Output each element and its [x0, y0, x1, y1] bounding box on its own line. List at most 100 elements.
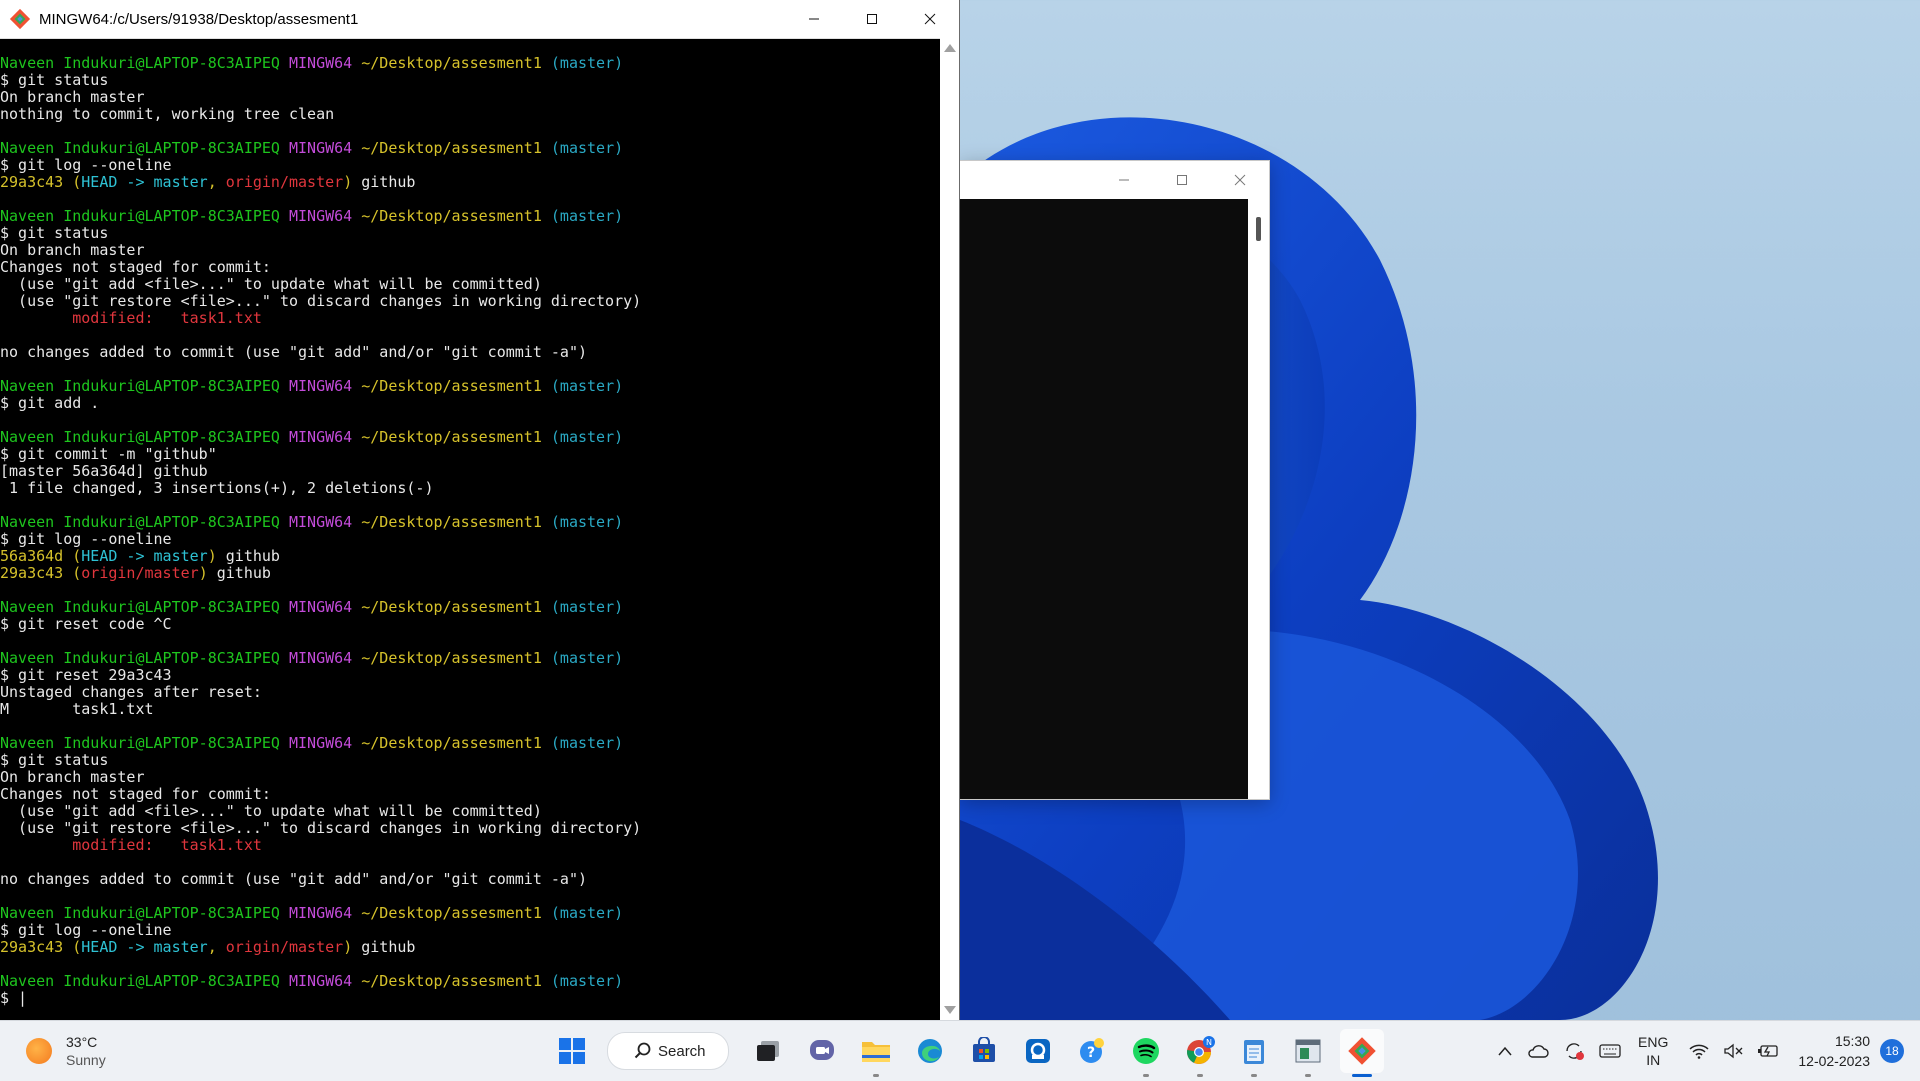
commit-message: github [207, 564, 271, 582]
secondary-window-titlebar[interactable] [960, 161, 1269, 199]
search-box[interactable]: Search [607, 1032, 729, 1070]
ref-close: ) [207, 547, 217, 565]
sync-button[interactable] [1563, 1040, 1585, 1062]
chrome-profile-badge: N [1206, 1038, 1212, 1047]
prompt-host: MINGW64 [289, 207, 353, 225]
chrome-button[interactable]: N [1178, 1029, 1222, 1077]
prompt-branch: (master) [550, 734, 624, 752]
maximize-button[interactable] [1153, 161, 1211, 199]
start-button[interactable] [550, 1029, 594, 1073]
onedrive-button[interactable] [1527, 1043, 1549, 1059]
prompt-host: MINGW64 [289, 377, 353, 395]
keyboard-icon [1599, 1044, 1621, 1058]
secondary-window-content [960, 199, 1248, 799]
output-line: $ | [0, 989, 28, 1007]
close-button[interactable] [1211, 161, 1269, 199]
ref-separator: , [207, 938, 226, 956]
volume-button[interactable] [1723, 1043, 1743, 1059]
remote-ref: origin/master [225, 938, 344, 956]
prompt-user: Naveen Indukuri@LAPTOP-8C3AIPEQ [0, 734, 280, 752]
running-indicator [1143, 1074, 1149, 1077]
prompt-branch: (master) [550, 598, 624, 616]
store-button[interactable] [962, 1029, 1006, 1073]
scroll-up-icon[interactable] [944, 44, 956, 52]
task-view-icon [757, 1041, 779, 1061]
weather-widget[interactable]: 33°C Sunny [26, 1033, 106, 1069]
window-titlebar[interactable]: MINGW64:/c/Users/91938/Desktop/assesment… [0, 0, 959, 39]
prompt-host: MINGW64 [289, 428, 353, 446]
prompt-branch: (master) [550, 513, 624, 531]
task-view-button[interactable] [746, 1029, 790, 1073]
prompt-user: Naveen Indukuri@LAPTOP-8C3AIPEQ [0, 428, 280, 446]
head-ref: HEAD -> master [81, 938, 208, 956]
head-ref: HEAD -> master [81, 173, 208, 191]
output-line: [master 56a364d] github [0, 462, 208, 480]
teams-icon [810, 1040, 834, 1060]
wifi-icon [1689, 1044, 1709, 1059]
clock-time: 15:30 [1834, 1033, 1870, 1049]
volume-muted-icon [1724, 1043, 1743, 1059]
spotify-button[interactable] [1124, 1029, 1168, 1077]
language-region: IN [1646, 1052, 1661, 1068]
prompt-user: Naveen Indukuri@LAPTOP-8C3AIPEQ [0, 377, 280, 395]
terminal-scrollbar[interactable] [940, 38, 959, 1020]
terminal-output[interactable]: Naveen Indukuri@LAPTOP-8C3AIPEQ MINGW64 … [0, 38, 940, 1037]
help-icon: ? [1080, 1038, 1104, 1063]
minimize-button[interactable] [1095, 161, 1153, 199]
remote-ref: origin/master [225, 173, 344, 191]
output-line: no changes added to commit (use "git add… [0, 870, 587, 888]
app-button[interactable] [1016, 1029, 1060, 1073]
ref-open: ( [72, 173, 82, 191]
head-ref: HEAD -> master [81, 547, 208, 565]
prompt-host: MINGW64 [289, 54, 353, 72]
commit-hash: 29a3c43 [0, 938, 64, 956]
battery-button[interactable] [1757, 1043, 1779, 1059]
window-title: MINGW64:/c/Users/91938/Desktop/assesment… [39, 10, 359, 28]
notepad-button[interactable] [1232, 1029, 1276, 1077]
commit-hash: 29a3c43 [0, 173, 64, 191]
language-indicator[interactable]: ENG IN [1638, 1033, 1668, 1069]
file-explorer-button[interactable] [854, 1029, 898, 1077]
scrollbar[interactable] [1248, 199, 1269, 799]
prompt-path: ~/Desktop/assesment1 [361, 598, 542, 616]
prompt-path: ~/Desktop/assesment1 [361, 734, 542, 752]
output-line: (use "git restore <file>..." to discard … [0, 819, 642, 837]
prompt-user: Naveen Indukuri@LAPTOP-8C3AIPEQ [0, 139, 280, 157]
prompt-path: ~/Desktop/assesment1 [361, 377, 542, 395]
prompt-branch: (master) [550, 139, 624, 157]
close-button[interactable] [901, 0, 959, 38]
output-line: (use "git add <file>..." to update what … [0, 275, 542, 293]
ref-open: ( [72, 564, 82, 582]
battery-charging-icon [1758, 1045, 1779, 1057]
window-app-button[interactable] [1286, 1029, 1330, 1077]
ref-close: ) [343, 938, 353, 956]
show-hidden-icons-button[interactable] [1497, 1045, 1513, 1057]
secondary-window[interactable] [960, 160, 1270, 800]
close-icon [924, 13, 936, 25]
prompt-path: ~/Desktop/assesment1 [361, 207, 542, 225]
keyboard-button[interactable] [1599, 1043, 1621, 1059]
clock[interactable]: 15:30 12-02-2023 [1798, 1031, 1870, 1071]
git-bash-button[interactable] [1340, 1029, 1384, 1077]
output-line: $ git reset code ^C [0, 615, 172, 633]
ref-separator: , [207, 173, 226, 191]
git-bash-window[interactable]: MINGW64:/c/Users/91938/Desktop/assesment… [0, 0, 960, 1020]
maximize-button[interactable] [843, 0, 901, 38]
network-button[interactable] [1689, 1043, 1709, 1059]
edge-icon [918, 1039, 942, 1063]
weather-condition: Sunny [66, 1052, 106, 1068]
output-line: 1 file changed, 3 insertions(+), 2 delet… [0, 479, 434, 497]
running-indicator [1305, 1074, 1311, 1077]
help-button[interactable]: ? [1070, 1029, 1114, 1073]
edge-button[interactable] [908, 1029, 952, 1073]
commit-hash: 29a3c43 [0, 564, 64, 582]
teams-chat-button[interactable] [800, 1029, 844, 1073]
commit-message: github [216, 547, 280, 565]
scrollbar-thumb[interactable] [1256, 217, 1261, 241]
minimize-button[interactable] [785, 0, 843, 38]
scroll-down-icon[interactable] [944, 1006, 956, 1014]
notification-count-badge[interactable]: 18 [1880, 1039, 1904, 1063]
prompt-user: Naveen Indukuri@LAPTOP-8C3AIPEQ [0, 649, 280, 667]
